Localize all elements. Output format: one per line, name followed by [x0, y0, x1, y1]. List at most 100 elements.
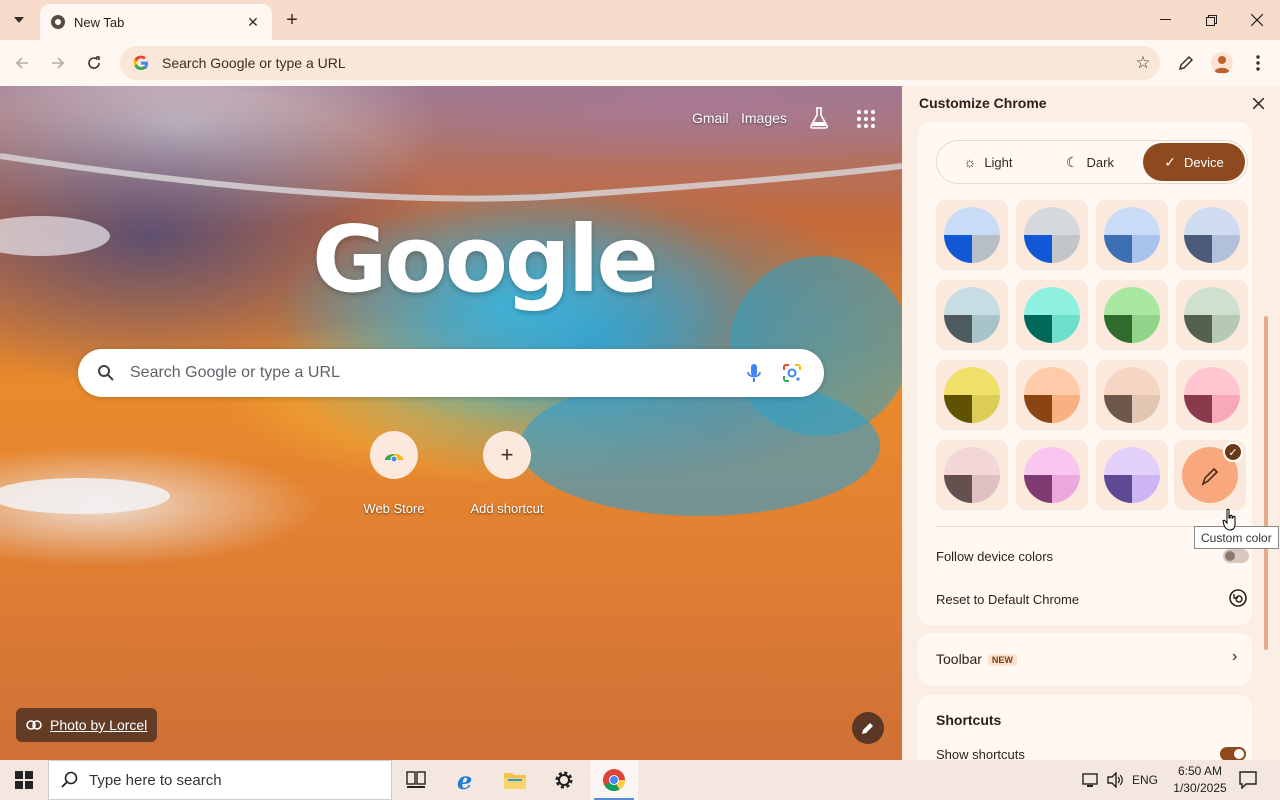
new-tab-page: Gmail Images Google Search Google or typ…	[0, 86, 902, 760]
reset-icon[interactable]	[1228, 588, 1248, 608]
back-button[interactable]	[10, 51, 34, 75]
swatch-circle	[1184, 367, 1240, 423]
mode-device-button[interactable]: ✓ Device	[1143, 143, 1245, 181]
chrome-menu-button[interactable]	[1246, 51, 1270, 75]
internet-explorer-icon: e	[457, 768, 472, 792]
tab-title: New Tab	[74, 14, 125, 30]
omnibox-text: Search Google or type a URL	[162, 55, 346, 71]
tab-close-icon[interactable]: ✕	[244, 13, 262, 31]
search-icon	[98, 365, 114, 381]
tab-new-tab[interactable]: New Tab ✕	[40, 4, 272, 40]
color-swatch-orange[interactable]	[1016, 360, 1088, 430]
new-tab-button[interactable]: +	[280, 8, 304, 32]
color-swatch-grey-blue[interactable]	[1016, 200, 1088, 270]
pencil-icon	[862, 723, 873, 734]
start-button[interactable]	[0, 760, 48, 800]
swatch-circle	[1024, 367, 1080, 423]
google-logo: Google	[312, 206, 659, 313]
notifications-icon[interactable]	[1236, 760, 1260, 800]
customize-chrome-panel: Customize Chrome ☼ Light ☾ Dark ✓ Device	[902, 86, 1280, 760]
swatch-circle	[1104, 447, 1160, 503]
profile-icon	[1214, 56, 1230, 73]
color-swatch-slate[interactable]	[1176, 200, 1248, 270]
network-icon[interactable]	[1080, 760, 1102, 800]
task-view-button[interactable]	[392, 760, 440, 800]
edit-background-button[interactable]	[852, 712, 884, 744]
photo-credit-link[interactable]: Photo by Lorcel	[16, 708, 158, 742]
swatch-circle	[1184, 207, 1240, 263]
mode-dark-button[interactable]: ☾ Dark	[1039, 141, 1141, 183]
link-icon	[26, 720, 42, 730]
color-swatch-aqua-grey[interactable]	[936, 280, 1008, 350]
color-swatch-mauve[interactable]	[936, 440, 1008, 510]
file-explorer-app[interactable]	[491, 760, 539, 800]
task-view-icon	[406, 771, 426, 788]
profile-avatar[interactable]	[1211, 52, 1233, 74]
folder-icon	[504, 773, 526, 789]
color-swatch-pink[interactable]	[1016, 440, 1088, 510]
swatch-circle	[944, 447, 1000, 503]
mode-light-button[interactable]: ☼ Light	[937, 141, 1039, 183]
swatch-circle	[1024, 207, 1080, 263]
customize-pencil-button[interactable]	[1174, 51, 1198, 75]
edge-app[interactable]: e	[443, 760, 491, 800]
system-clock[interactable]: 6:50 AM 1/30/2025	[1162, 763, 1238, 797]
toolbar-card[interactable]: Toolbar NEW ›	[918, 633, 1252, 685]
toolbar-label: Toolbar	[936, 651, 982, 667]
tab-search-button[interactable]	[6, 8, 32, 32]
language-indicator[interactable]: ENG	[1130, 760, 1160, 800]
shortcuts-heading: Shortcuts	[936, 712, 1002, 728]
taskbar-search-placeholder: Type here to search	[89, 771, 222, 789]
pencil-icon	[1178, 55, 1194, 71]
color-swatch-light-blue[interactable]	[1096, 200, 1168, 270]
images-link[interactable]: Images	[741, 110, 787, 126]
sun-icon: ☼	[963, 154, 977, 170]
color-swatch-beige[interactable]	[1096, 360, 1168, 430]
color-swatch-teal[interactable]	[1016, 280, 1088, 350]
settings-app[interactable]	[540, 760, 588, 800]
shortcut-label: Web Store	[363, 501, 425, 516]
panel-title: Customize Chrome	[919, 95, 1047, 111]
ntp-search-box[interactable]: Search Google or type a URL	[78, 349, 824, 397]
taskbar-search-box[interactable]: Type here to search	[48, 760, 392, 800]
forward-button[interactable]	[46, 51, 70, 75]
panel-scrollbar[interactable]	[1264, 316, 1268, 650]
panel-scroll-area: ☼ Light ☾ Dark ✓ Device ✓ Follow device …	[917, 122, 1265, 760]
restore-button[interactable]	[1188, 6, 1234, 34]
color-swatch-sage[interactable]	[1176, 280, 1248, 350]
color-swatch-blue[interactable]	[936, 200, 1008, 270]
omnibox[interactable]: Search Google or type a URL ☆	[120, 46, 1160, 80]
color-swatch-rose[interactable]	[1176, 360, 1248, 430]
more-vert-icon	[1256, 55, 1260, 71]
minimize-button[interactable]	[1142, 6, 1188, 34]
chrome-icon	[603, 769, 625, 791]
new-badge: NEW	[987, 654, 1017, 667]
shortcut-web-store[interactable]: Web Store	[349, 431, 439, 516]
mode-label: Dark	[1086, 154, 1114, 170]
voice-search-icon[interactable]	[740, 359, 768, 387]
panel-close-button[interactable]	[1247, 92, 1269, 114]
chrome-app[interactable]	[590, 760, 638, 800]
color-swatch-violet[interactable]	[1096, 440, 1168, 510]
reset-default-label[interactable]: Reset to Default Chrome	[936, 592, 1079, 607]
follow-device-colors-toggle[interactable]	[1223, 549, 1249, 563]
color-swatch-yellow[interactable]	[936, 360, 1008, 430]
check-icon: ✓	[1164, 153, 1176, 170]
shortcut-label: Add shortcut	[470, 501, 544, 516]
browser-toolbar: Search Google or type a URL ☆	[0, 40, 1280, 86]
bookmark-star-icon[interactable]: ☆	[1126, 53, 1160, 73]
show-shortcuts-toggle[interactable]	[1220, 747, 1246, 760]
volume-icon[interactable]	[1104, 760, 1126, 800]
shortcut-add[interactable]: + Add shortcut	[462, 431, 552, 516]
color-swatch-green[interactable]	[1096, 280, 1168, 350]
reload-button[interactable]	[82, 51, 106, 75]
mode-label: Device	[1183, 154, 1224, 170]
labs-flask-icon[interactable]	[808, 106, 830, 130]
mode-label: Light	[984, 154, 1013, 170]
close-window-button[interactable]	[1234, 6, 1280, 34]
ntp-search-placeholder: Search Google or type a URL	[130, 364, 340, 381]
windows-logo-icon	[15, 771, 33, 789]
google-lens-icon[interactable]	[778, 359, 806, 387]
gmail-link[interactable]: Gmail	[692, 110, 729, 126]
google-apps-icon[interactable]	[857, 110, 875, 128]
